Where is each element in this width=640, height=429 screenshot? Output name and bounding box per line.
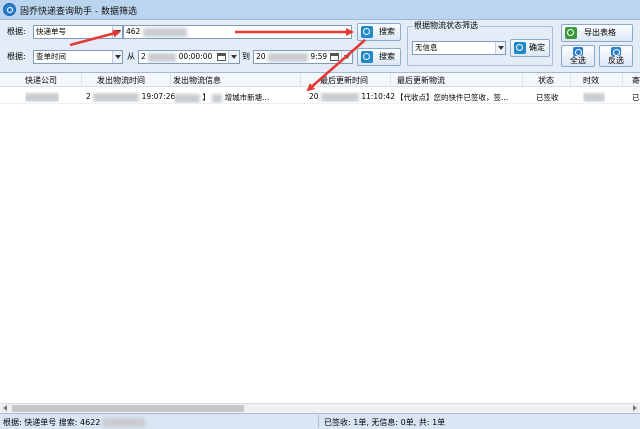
column-divider <box>170 73 171 87</box>
redacted-value <box>583 92 605 102</box>
column-header-company[interactable]: 快递公司 <box>25 75 57 86</box>
invert-selection-button[interactable]: 反选 <box>599 45 633 67</box>
to-label: 到 <box>242 52 250 61</box>
redacted-value <box>212 93 223 103</box>
cell-updated-time-value: 11:10:42 <box>361 92 396 101</box>
search-icon <box>361 26 373 38</box>
redacted-value <box>102 418 145 427</box>
calendar-icon[interactable] <box>217 53 226 61</box>
cell-sent-time: 2 19:07:26 <box>86 92 175 102</box>
cell-sent-time-value: 19:07:26 <box>141 92 176 101</box>
filter1-label: 根据: <box>7 27 26 36</box>
chevron-down-icon[interactable] <box>341 51 352 63</box>
cell-extra: 已 <box>632 93 640 102</box>
invert-selection-label: 反选 <box>608 56 624 65</box>
column-divider <box>622 73 623 87</box>
cell-status: 已签收 <box>536 93 559 102</box>
column-header-updated-time[interactable]: 最后更新时间 <box>320 75 368 86</box>
column-header-duration[interactable]: 时效 <box>583 75 599 86</box>
redacted-value <box>25 92 59 102</box>
column-header-latest[interactable]: 最后更新物流 <box>397 75 445 86</box>
search-button-2[interactable]: 搜索 <box>357 48 401 66</box>
redacted-value <box>142 27 187 37</box>
results-table[interactable]: 快递公司 发出物流时间 发出物流信息 最后更新时间 最后更新物流 状态 时效 寄… <box>0 72 640 403</box>
app-search-icon <box>3 3 16 16</box>
column-divider <box>300 73 301 87</box>
calendar-icon[interactable] <box>330 53 339 61</box>
filter1-field-value: 快递单号 <box>36 27 66 36</box>
confirm-button-label: 确定 <box>529 43 545 52</box>
redacted-value <box>174 93 200 103</box>
status-summary: 已签收: 1单, 无信息: 0单, 共: 1单 <box>324 418 446 427</box>
search-button-1[interactable]: 搜索 <box>357 23 401 41</box>
table-row[interactable]: 2 19:07:26 】 增城市新塘... 20 11:10:42 【代收点】您… <box>0 88 640 104</box>
filter2-label: 根据: <box>7 52 26 61</box>
cell-sent-info: 】 增城市新塘... <box>174 92 298 103</box>
filter1-field-select[interactable]: 快递单号 <box>33 25 123 39</box>
to-datetime-picker[interactable]: 20 9:59 <box>253 50 353 64</box>
scroll-left-icon[interactable] <box>3 405 7 411</box>
from-date-value: 2 <box>141 52 146 61</box>
to-date-value: 20 <box>256 52 266 61</box>
status-select[interactable]: 无信息 <box>412 41 506 55</box>
status-select-value: 无信息 <box>415 43 438 52</box>
status-query-text: 根据: 快递单号 搜索: 4622 <box>3 418 101 427</box>
from-datetime-picker[interactable]: 2 00:00:00 <box>138 50 240 64</box>
column-header-sent-time[interactable]: 发出物流时间 <box>97 75 145 86</box>
tracking-number-value: 462 <box>126 27 141 36</box>
export-table-button[interactable]: 导出表格 <box>561 24 633 42</box>
select-all-button[interactable]: 全选 <box>561 45 595 67</box>
status-filter-group: 根据物流状态筛选 无信息 确定 <box>407 21 553 66</box>
chevron-down-icon[interactable] <box>228 51 239 63</box>
from-label: 从 <box>127 52 135 61</box>
export-table-label: 导出表格 <box>584 28 616 37</box>
from-time-value: 00:00:00 <box>178 52 213 61</box>
cell-sent-time-prefix: 2 <box>86 92 91 101</box>
status-left: 根据: 快递单号 搜索: 4622 <box>3 417 145 428</box>
window-title: 固乔快递查询助手 - 数据筛选 <box>20 7 137 17</box>
search-button-1-label: 搜索 <box>379 27 395 36</box>
column-divider <box>390 73 391 87</box>
cell-sent-info-value: 增城市新塘... <box>224 93 270 102</box>
redacted-value <box>320 92 359 102</box>
cell-company <box>25 92 59 102</box>
cell-updated-time: 20 11:10:42 <box>309 92 395 102</box>
redacted-value <box>267 52 308 62</box>
column-header-extra[interactable]: 寄 <box>632 75 640 86</box>
scrollbar-thumb[interactable] <box>12 405 244 412</box>
redacted-value <box>148 52 177 62</box>
filter-panel: 根据: 快递单号 462 搜索 根据: 查单时间 从 2 00:00:00 到 … <box>0 20 640 72</box>
tracking-number-input[interactable]: 462 <box>123 25 352 39</box>
select-all-label: 全选 <box>570 56 586 65</box>
scroll-right-icon[interactable] <box>633 405 637 411</box>
filter2-field-select[interactable]: 查单时间 <box>33 50 123 64</box>
status-filter-title: 根据物流状态筛选 <box>412 21 480 31</box>
status-divider <box>318 415 319 428</box>
chevron-down-icon[interactable] <box>112 26 122 38</box>
column-header-status[interactable]: 状态 <box>538 75 554 86</box>
table-header: 快递公司 发出物流时间 发出物流信息 最后更新时间 最后更新物流 状态 时效 寄 <box>0 73 640 87</box>
cell-latest: 【代收点】您的快件已签收，签... <box>396 93 509 102</box>
to-time-value: 9:59 <box>310 52 328 61</box>
column-divider <box>522 73 523 87</box>
column-divider <box>570 73 571 87</box>
search-button-2-label: 搜索 <box>379 52 395 61</box>
status-bar: 根据: 快递单号 搜索: 4622 已签收: 1单, 无信息: 0单, 共: 1… <box>0 413 640 429</box>
column-header-sent-info[interactable]: 发出物流信息 <box>173 75 221 86</box>
cell-duration <box>583 92 605 102</box>
confirm-button[interactable]: 确定 <box>510 39 550 57</box>
horizontal-scrollbar[interactable] <box>0 403 640 413</box>
export-icon <box>565 27 577 39</box>
title-bar: 固乔快递查询助手 - 数据筛选 <box>0 0 640 20</box>
cell-sent-info-bracket: 】 <box>202 93 210 102</box>
redacted-value <box>93 92 140 102</box>
chevron-down-icon[interactable] <box>112 51 122 63</box>
chevron-down-icon[interactable] <box>495 42 505 54</box>
column-divider <box>81 73 82 87</box>
cell-updated-time-prefix: 20 <box>309 92 319 101</box>
filter2-field-value: 查单时间 <box>36 52 66 61</box>
search-icon <box>514 42 526 54</box>
search-icon <box>361 51 373 63</box>
